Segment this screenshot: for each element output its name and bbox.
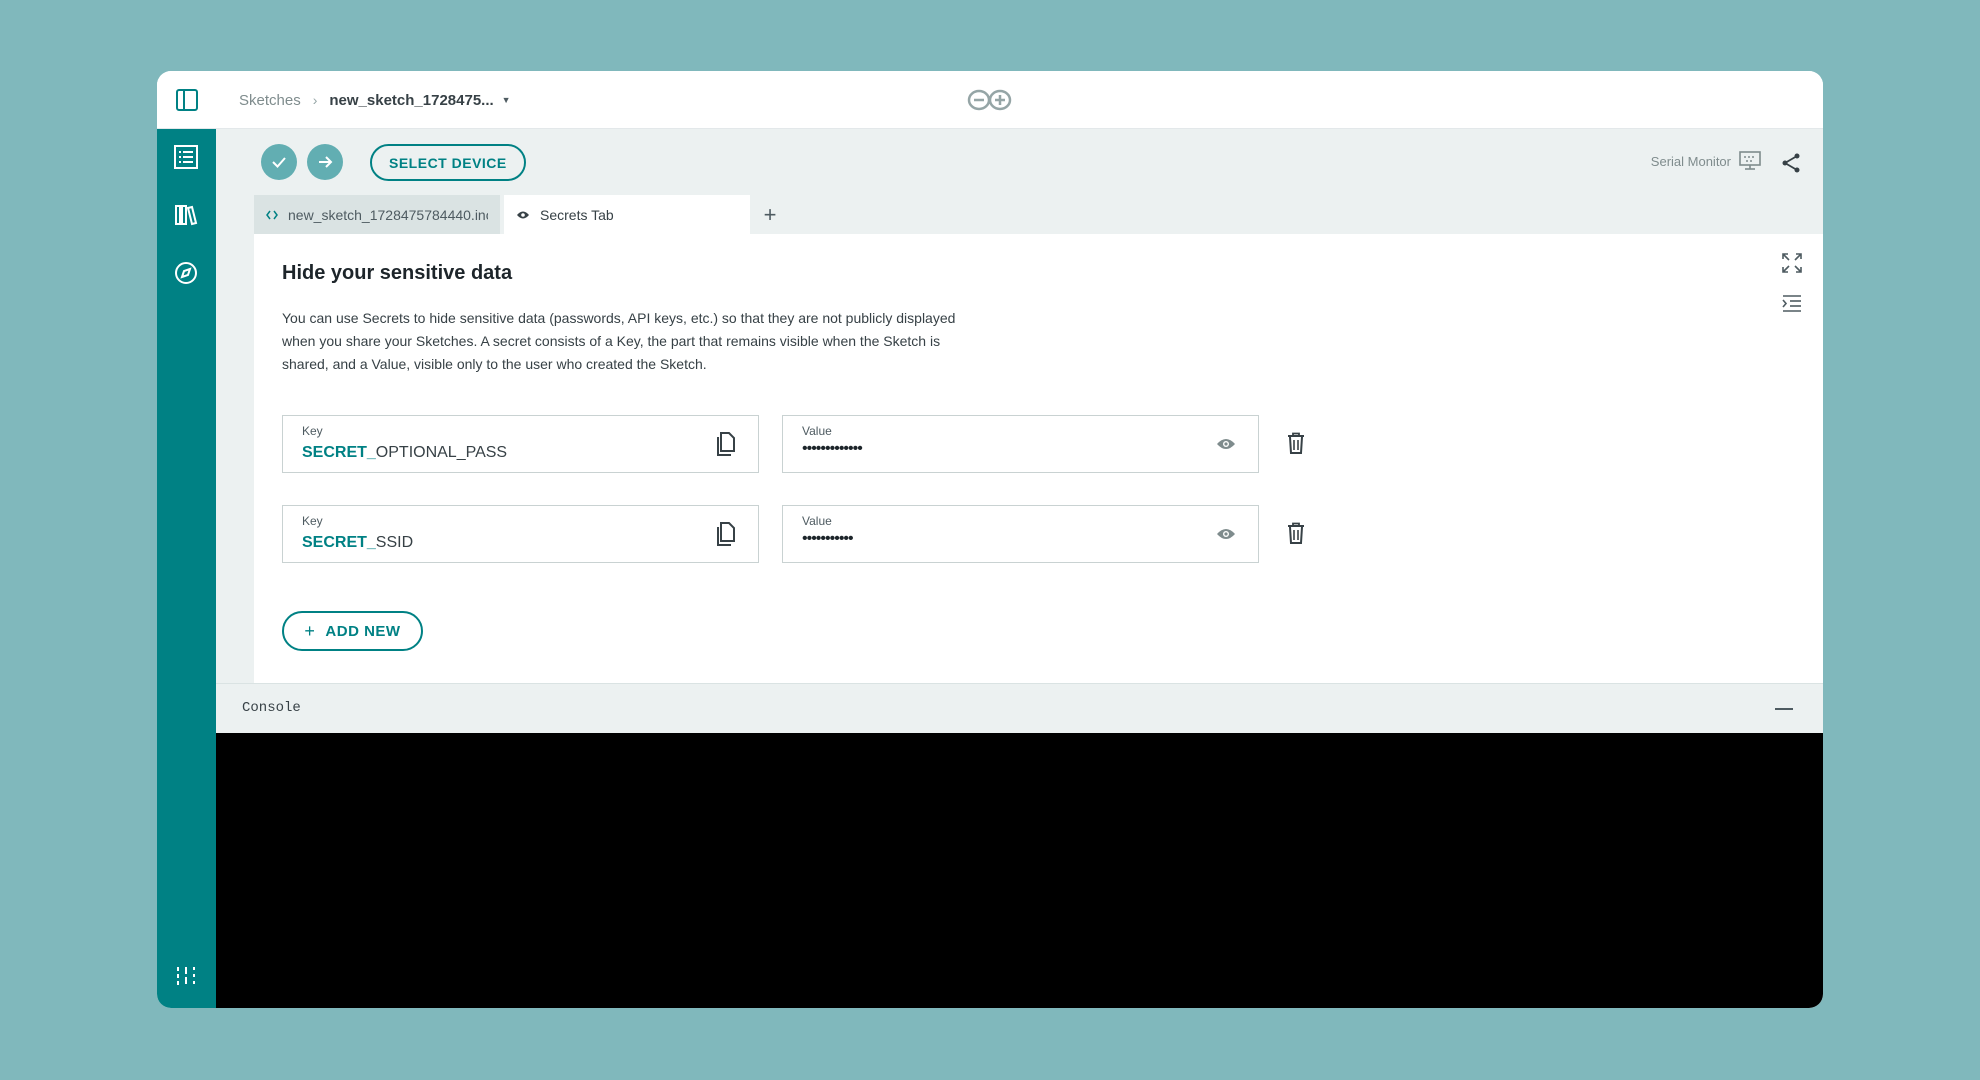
reference-icon[interactable] xyxy=(172,259,200,287)
secret-key-suffix: OPTIONAL_PASS xyxy=(375,444,508,461)
chevron-down-icon[interactable]: ▼ xyxy=(502,95,511,105)
tab-secrets-label: Secrets Tab xyxy=(540,206,614,223)
sidebar-toggle-icon[interactable] xyxy=(175,88,199,112)
trash-icon[interactable] xyxy=(1286,432,1308,456)
secret-value-field[interactable]: Value ••••••••••••• xyxy=(782,415,1259,473)
add-new-button[interactable]: + ADD NEW xyxy=(282,611,423,651)
secrets-description: You can use Secrets to hide sensitive da… xyxy=(282,310,956,372)
toolbar: SELECT DEVICE Serial Monitor xyxy=(216,129,1823,195)
console-header: Console xyxy=(216,683,1823,733)
check-icon xyxy=(272,157,286,168)
libraries-icon[interactable] xyxy=(172,201,200,229)
breadcrumb-sketches-link[interactable]: Sketches xyxy=(239,92,301,109)
monitor-icon xyxy=(1739,151,1761,170)
tab-code[interactable]: new_sketch_1728475784440.ino xyxy=(254,195,500,234)
secret-key-prefix: SECRET_ xyxy=(302,534,376,551)
secret-key-suffix: SSID xyxy=(375,534,414,551)
secret-key-field[interactable]: Key SECRET_OPTIONAL_PASS xyxy=(282,415,759,473)
sketchbook-icon[interactable] xyxy=(172,143,200,171)
tab-bar: new_sketch_1728475784440.ino Secrets Tab… xyxy=(254,195,790,234)
secret-value-masked: ••••••••••• xyxy=(802,530,854,547)
expand-icon[interactable] xyxy=(1781,252,1805,276)
settings-sliders-icon[interactable] xyxy=(172,963,200,991)
verify-button[interactable] xyxy=(261,144,297,180)
main-area: SELECT DEVICE Serial Monitor new_sketch_… xyxy=(216,129,1823,1008)
secret-key-value: SECRET_SSID xyxy=(302,534,413,552)
secret-value-field[interactable]: Value ••••••••••• xyxy=(782,505,1259,563)
breadcrumb-separator-icon: › xyxy=(312,92,318,108)
console-label: Console xyxy=(242,700,301,716)
minimize-icon[interactable] xyxy=(1775,708,1793,710)
app-window: Sketches › new_sketch_1728475... ▼ SELEC… xyxy=(157,71,1823,1008)
plus-icon: + xyxy=(304,620,316,641)
breadcrumb: Sketches › new_sketch_1728475... ▼ xyxy=(239,71,511,129)
select-device-button[interactable]: SELECT DEVICE xyxy=(370,144,526,181)
value-label: Value xyxy=(802,514,832,528)
serial-monitor-button[interactable]: Serial Monitor xyxy=(1651,151,1761,171)
add-new-label: ADD NEW xyxy=(325,622,401,640)
key-label: Key xyxy=(302,514,323,528)
tab-secrets[interactable]: Secrets Tab xyxy=(504,195,750,234)
secret-key-field[interactable]: Key SECRET_SSID xyxy=(282,505,759,563)
eye-icon[interactable] xyxy=(1214,522,1238,546)
secrets-editor: Hide your sensitive data You can use Sec… xyxy=(254,234,1823,683)
copy-icon[interactable] xyxy=(714,522,738,546)
add-tab-button[interactable]: + xyxy=(750,195,790,234)
arrow-right-icon xyxy=(319,156,333,168)
key-label: Key xyxy=(302,424,323,438)
indent-icon[interactable] xyxy=(1781,292,1805,316)
secret-value-masked: ••••••••••••• xyxy=(802,440,863,457)
page-title: Hide your sensitive data xyxy=(282,262,513,284)
eye-icon xyxy=(516,210,530,220)
left-nav xyxy=(157,129,216,1008)
trash-icon[interactable] xyxy=(1286,522,1308,546)
code-icon xyxy=(266,209,278,221)
eye-icon[interactable] xyxy=(1214,432,1238,456)
console-output[interactable] xyxy=(216,733,1823,1008)
arduino-logo xyxy=(967,88,1013,112)
share-icon[interactable] xyxy=(1779,151,1803,175)
sketch-name[interactable]: new_sketch_1728475... xyxy=(329,92,493,109)
secret-key-prefix: SECRET_ xyxy=(302,444,376,461)
top-bar: Sketches › new_sketch_1728475... ▼ xyxy=(157,71,1823,129)
copy-icon[interactable] xyxy=(714,432,738,456)
value-label: Value xyxy=(802,424,832,438)
tab-code-label: new_sketch_1728475784440.ino xyxy=(288,206,488,223)
upload-button[interactable] xyxy=(307,144,343,180)
serial-monitor-label: Serial Monitor xyxy=(1650,153,1731,169)
secret-key-value: SECRET_OPTIONAL_PASS xyxy=(302,444,507,462)
